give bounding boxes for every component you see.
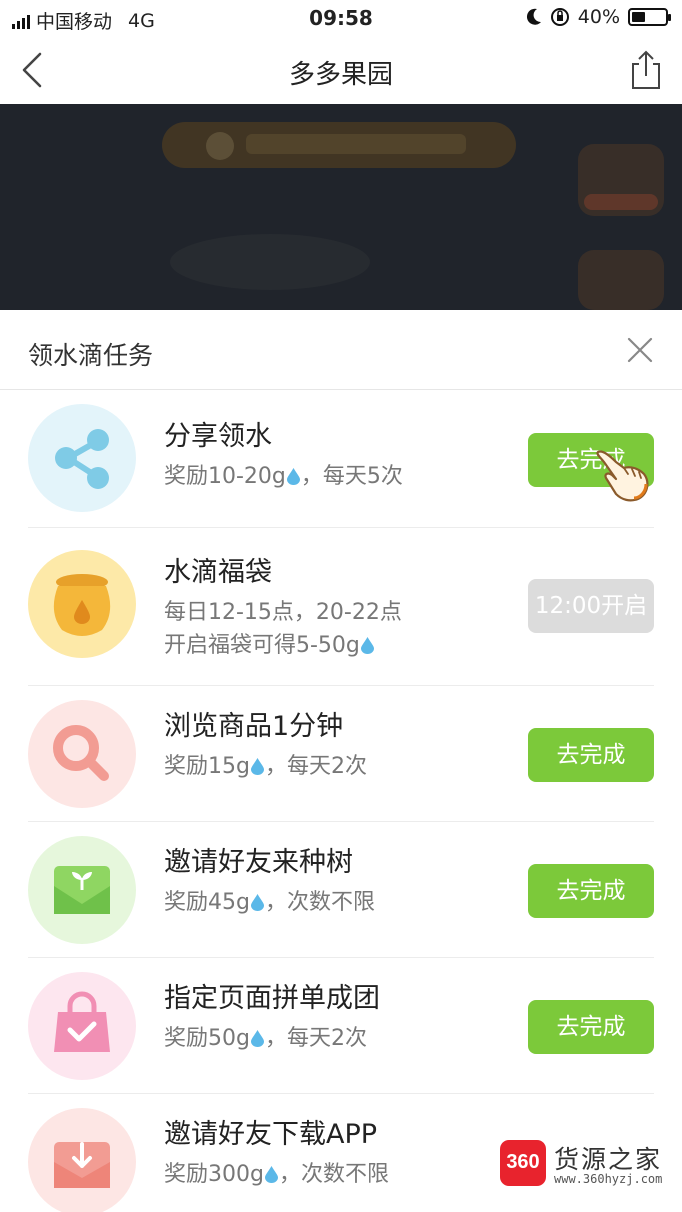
- task-title: 指定页面拼单成团: [164, 983, 380, 1014]
- panel-header: 领水滴任务: [0, 310, 682, 390]
- task-desc-time: 每日12-15点，20-22点: [164, 600, 402, 625]
- task-desc: 奖励15g ，每天2次: [164, 754, 367, 779]
- water-drop-icon: [360, 637, 374, 654]
- task-panel: 领水滴任务 分享领水 奖励10-20g ，每天5次 去完成 水滴福袋 每日12-…: [0, 310, 682, 1212]
- pointing-hand-icon: [596, 450, 649, 502]
- task-title: 水滴福袋: [164, 557, 272, 588]
- search-icon: [28, 700, 136, 808]
- status-bar: 中国移动 4G 09:58 40%: [0, 0, 682, 36]
- game-hill: [170, 234, 370, 290]
- task-list: 分享领水 奖励10-20g ，每天5次 去完成 水滴福袋 每日12-15点，20-…: [0, 392, 682, 1212]
- task-info: 水滴福袋 每日12-15点，20-22点 开启福袋可得5-50g: [164, 556, 402, 662]
- complete-button[interactable]: 去完成: [528, 864, 654, 918]
- rotation-lock-icon: [550, 8, 569, 26]
- task-info: 指定页面拼单成团 奖励50g ，每天2次: [164, 982, 380, 1055]
- task-info: 邀请好友下载APP 奖励300g ，次数不限: [164, 1118, 389, 1191]
- task-info: 邀请好友来种树 奖励45g ，次数不限: [164, 846, 375, 919]
- watermark-name: 货源之家: [554, 1145, 663, 1174]
- game-badge-help: [578, 144, 664, 216]
- download-envelope-icon: [28, 1108, 136, 1212]
- task-item-share: 分享领水 奖励10-20g ，每天5次 去完成: [0, 392, 682, 528]
- panel-title: 领水滴任务: [28, 341, 154, 370]
- task-info: 浏览商品1分钟 奖励15g ，每天2次: [164, 710, 367, 783]
- nav-bar: 多多果园: [0, 36, 682, 104]
- complete-button[interactable]: 去完成: [528, 728, 654, 782]
- complete-button[interactable]: 去完成: [528, 1000, 654, 1054]
- share-icon[interactable]: [628, 48, 664, 92]
- game-badge-gift: [578, 250, 664, 310]
- task-title: 浏览商品1分钟: [164, 711, 344, 742]
- water-drop-icon: [250, 1030, 264, 1047]
- task-desc: 开启福袋可得5-50g: [164, 629, 402, 662]
- task-desc: 奖励50g ，每天2次: [164, 1026, 367, 1051]
- water-drop-icon: [250, 894, 264, 911]
- water-drop-icon: [264, 1166, 278, 1183]
- battery-icon: [628, 8, 671, 26]
- task-item-group-buy: 指定页面拼单成团 奖励50g ，每天2次 去完成: [0, 958, 682, 1094]
- task-desc: 奖励300g ，次数不限: [164, 1162, 389, 1187]
- moon-icon: [526, 8, 541, 25]
- task-item-lucky-bag: 水滴福袋 每日12-15点，20-22点 开启福袋可得5-50g 12:00开启: [0, 528, 682, 686]
- game-background: [0, 104, 682, 310]
- game-banner: [162, 122, 516, 168]
- lucky-bag-icon: [28, 550, 136, 658]
- task-desc: 奖励10-20g ，每天5次: [164, 464, 403, 489]
- shopping-bag-icon: [28, 972, 136, 1080]
- open-time-button: 12:00开启: [528, 579, 654, 633]
- task-desc: 奖励45g ，次数不限: [164, 890, 375, 915]
- sprout-envelope-icon: [28, 836, 136, 944]
- task-item-invite-tree: 邀请好友来种树 奖励45g ，次数不限 去完成: [0, 822, 682, 958]
- task-title: 分享领水: [164, 421, 272, 452]
- share-icon: [28, 404, 136, 512]
- watermark-logo: 360: [500, 1140, 546, 1186]
- task-info: 分享领水 奖励10-20g ，每天5次: [164, 420, 403, 493]
- battery-percent: 40%: [577, 6, 620, 28]
- task-title: 邀请好友来种树: [164, 847, 353, 878]
- task-title: 邀请好友下载APP: [164, 1119, 378, 1150]
- task-item-browse: 浏览商品1分钟 奖励15g ，每天2次 去完成: [0, 686, 682, 822]
- watermark: 360 货源之家 www.360hyzj.com: [500, 1140, 676, 1190]
- page-title: 多多果园: [288, 60, 393, 90]
- close-icon[interactable]: [626, 336, 654, 364]
- water-drop-icon: [250, 758, 264, 775]
- water-drop-icon: [286, 468, 300, 485]
- status-right: 40%: [526, 6, 671, 28]
- watermark-url: www.360hyzj.com: [554, 1172, 663, 1186]
